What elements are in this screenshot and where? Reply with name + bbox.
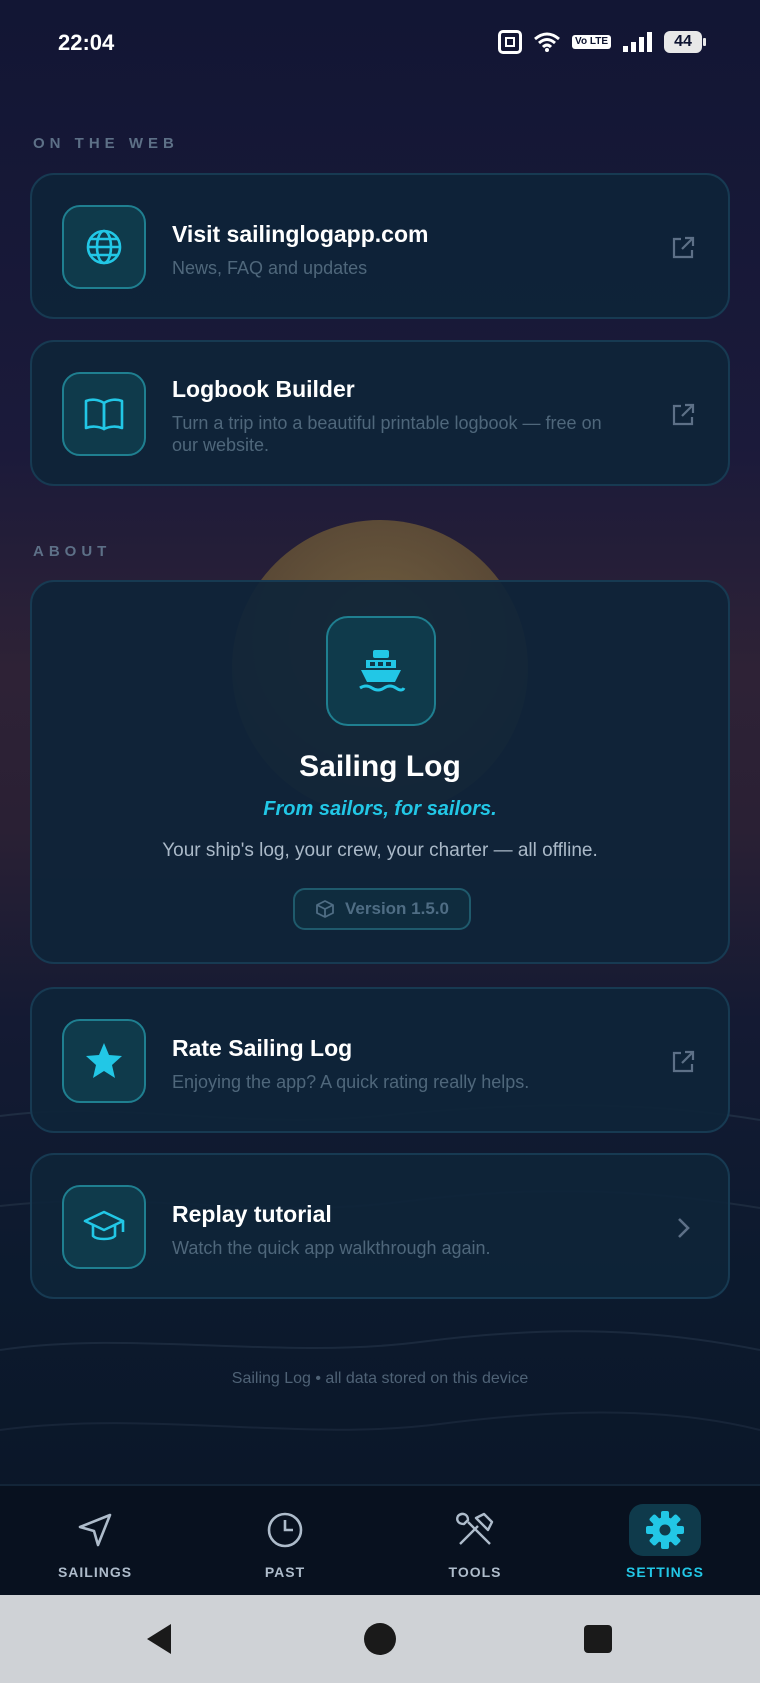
status-time: 22:04 [58, 30, 115, 55]
nav-label: PAST [264, 1564, 306, 1580]
version-text: Version 1.5.0 [345, 899, 449, 918]
rate-app-card[interactable]: Rate Sailing Log Enjoying the app? A qui… [30, 987, 730, 1133]
about-card: Sailing Log From sailors, for sailors. Y… [30, 580, 730, 964]
home-icon[interactable] [358, 1617, 402, 1661]
card-title: Replay tutorial [172, 1201, 332, 1227]
gear-icon [629, 1504, 701, 1556]
star-icon [62, 1019, 146, 1103]
cube-icon [316, 900, 334, 918]
app-name: Sailing Log [299, 750, 461, 783]
signal-icon [623, 32, 652, 52]
battery-icon: 44 [664, 31, 706, 53]
status-bar: 22:04 Vo LTE 44 [0, 0, 760, 90]
card-subtitle: Turn a trip into a beautiful printable l… [172, 413, 602, 455]
version-badge: Version 1.5.0 [293, 888, 471, 930]
card-subtitle: Enjoying the app? A quick rating really … [172, 1072, 530, 1092]
wifi-icon [534, 32, 560, 52]
nav-sailings[interactable]: SAILINGS [0, 1486, 190, 1597]
external-link-icon [668, 400, 698, 430]
footer-note: Sailing Log • all data stored on this de… [231, 1370, 529, 1387]
visit-website-card[interactable]: Visit sailinglogapp.com News, FAQ and up… [30, 173, 730, 319]
system-nav-bar [0, 1595, 760, 1683]
card-title: Rate Sailing Log [172, 1035, 353, 1061]
nav-settings[interactable]: SETTINGS [570, 1486, 760, 1597]
external-link-icon [668, 233, 698, 263]
nav-tools[interactable]: TOOLS [380, 1486, 570, 1597]
navigation-arrow-icon [59, 1504, 131, 1556]
ship-icon [326, 616, 436, 726]
card-subtitle: News, FAQ and updates [172, 258, 368, 278]
nav-label: SAILINGS [57, 1564, 133, 1580]
logbook-builder-card[interactable]: Logbook Builder Turn a trip into a beaut… [30, 340, 730, 486]
card-subtitle: Watch the quick app walkthrough again. [172, 1238, 491, 1258]
external-link-icon [668, 1047, 698, 1077]
globe-icon [62, 205, 146, 289]
app-description: Your ship's log, your crew, your charter… [162, 840, 598, 861]
nfc-icon [498, 30, 523, 54]
nav-past[interactable]: PAST [190, 1486, 380, 1597]
book-icon [62, 372, 146, 456]
clock-icon [249, 1504, 321, 1556]
back-icon[interactable] [138, 1617, 182, 1661]
bottom-nav: SAILINGS PAST TOOLS SETTINGS [0, 1484, 760, 1595]
card-title: Visit sailinglogapp.com [172, 221, 429, 247]
status-icons: Vo LTE 44 [498, 30, 706, 54]
app-tagline: From sailors, for sailors. [263, 798, 497, 820]
tools-icon [439, 1504, 511, 1556]
recents-icon[interactable] [576, 1617, 620, 1661]
volte-badge: Vo LTE [572, 35, 611, 49]
replay-tutorial-card[interactable]: Replay tutorial Watch the quick app walk… [30, 1153, 730, 1299]
card-title: Logbook Builder [172, 376, 355, 402]
nav-label: TOOLS [448, 1564, 502, 1580]
graduation-cap-icon [62, 1185, 146, 1269]
section-label-about: ABOUT [33, 543, 112, 560]
section-label-web: ON THE WEB [33, 135, 179, 152]
nav-label: SETTINGS [625, 1564, 704, 1580]
chevron-right-icon [668, 1213, 698, 1243]
